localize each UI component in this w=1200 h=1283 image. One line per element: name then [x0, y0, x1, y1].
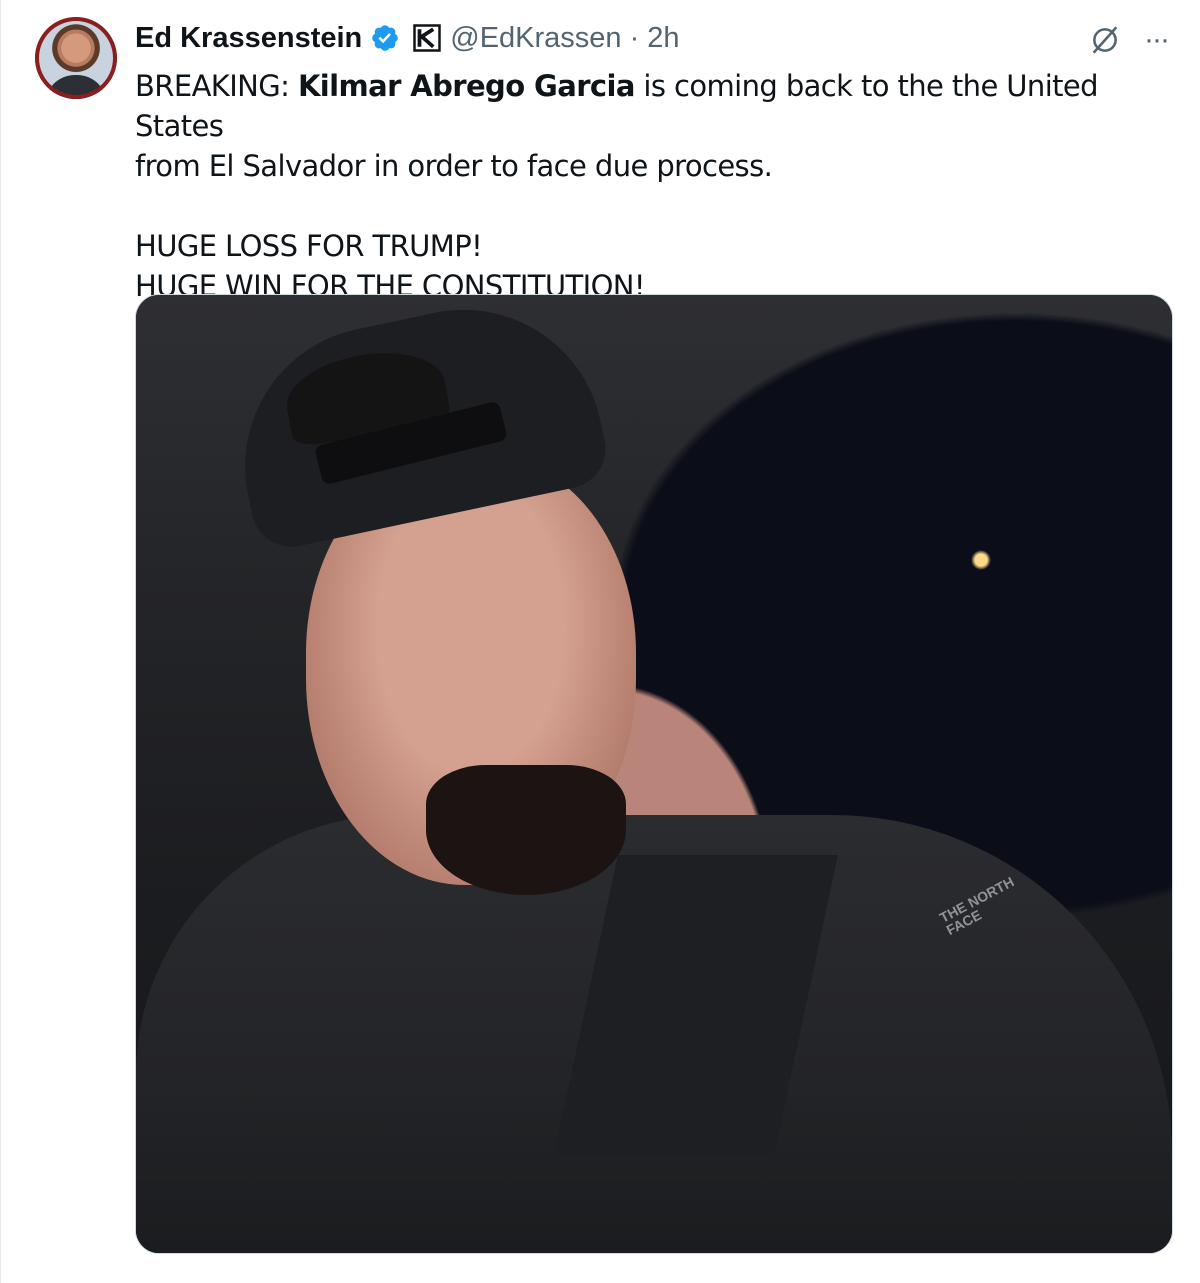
tweet-line-3: HUGE LOSS FOR TRUMP!	[135, 229, 483, 263]
tweet-header: Ed Krassenstein @EdKrassen · 2h	[135, 18, 680, 58]
tweet-text: BREAKING: Kilmar Abrego Garcia is coming…	[135, 66, 1175, 306]
author-display-name[interactable]: Ed Krassenstein	[135, 22, 362, 55]
verified-badge-icon	[372, 25, 399, 51]
tweet-media-photo[interactable]: THE NORTH FACE	[135, 294, 1173, 1254]
author-handle[interactable]: @EdKrassen	[450, 22, 621, 55]
affiliate-badge-icon	[413, 24, 442, 52]
grok-icon[interactable]	[1088, 23, 1122, 57]
bold-name: Kilmar Abrego Garcia	[297, 69, 635, 103]
author-avatar[interactable]	[35, 17, 117, 99]
tweet-actions-top: ···	[1088, 20, 1170, 60]
tweet-timestamp[interactable]: 2h	[647, 22, 679, 55]
tweet-line-2: from El Salvador in order to face due pr…	[135, 149, 773, 183]
breaking-prefix: BREAKING:	[135, 69, 298, 103]
avatar-ring	[35, 17, 117, 99]
tweet-line-1: BREAKING: Kilmar Abrego Garcia is coming…	[135, 66, 1175, 146]
separator-dot: ·	[629, 21, 640, 54]
tweet-card: Ed Krassenstein @EdKrassen · 2h ··· BREA…	[0, 0, 1200, 1283]
more-icon[interactable]: ···	[1144, 25, 1170, 55]
photo-beard	[426, 765, 626, 895]
